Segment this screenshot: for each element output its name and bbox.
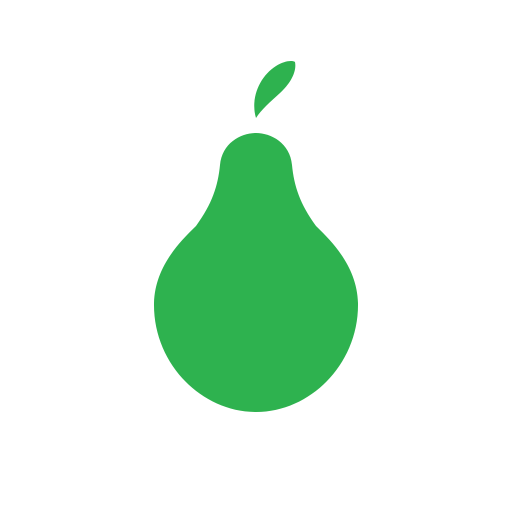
- pear-icon: [153, 61, 359, 412]
- pear-leaf: [254, 61, 296, 118]
- icon-canvas: [0, 0, 512, 512]
- pear-body: [153, 133, 359, 412]
